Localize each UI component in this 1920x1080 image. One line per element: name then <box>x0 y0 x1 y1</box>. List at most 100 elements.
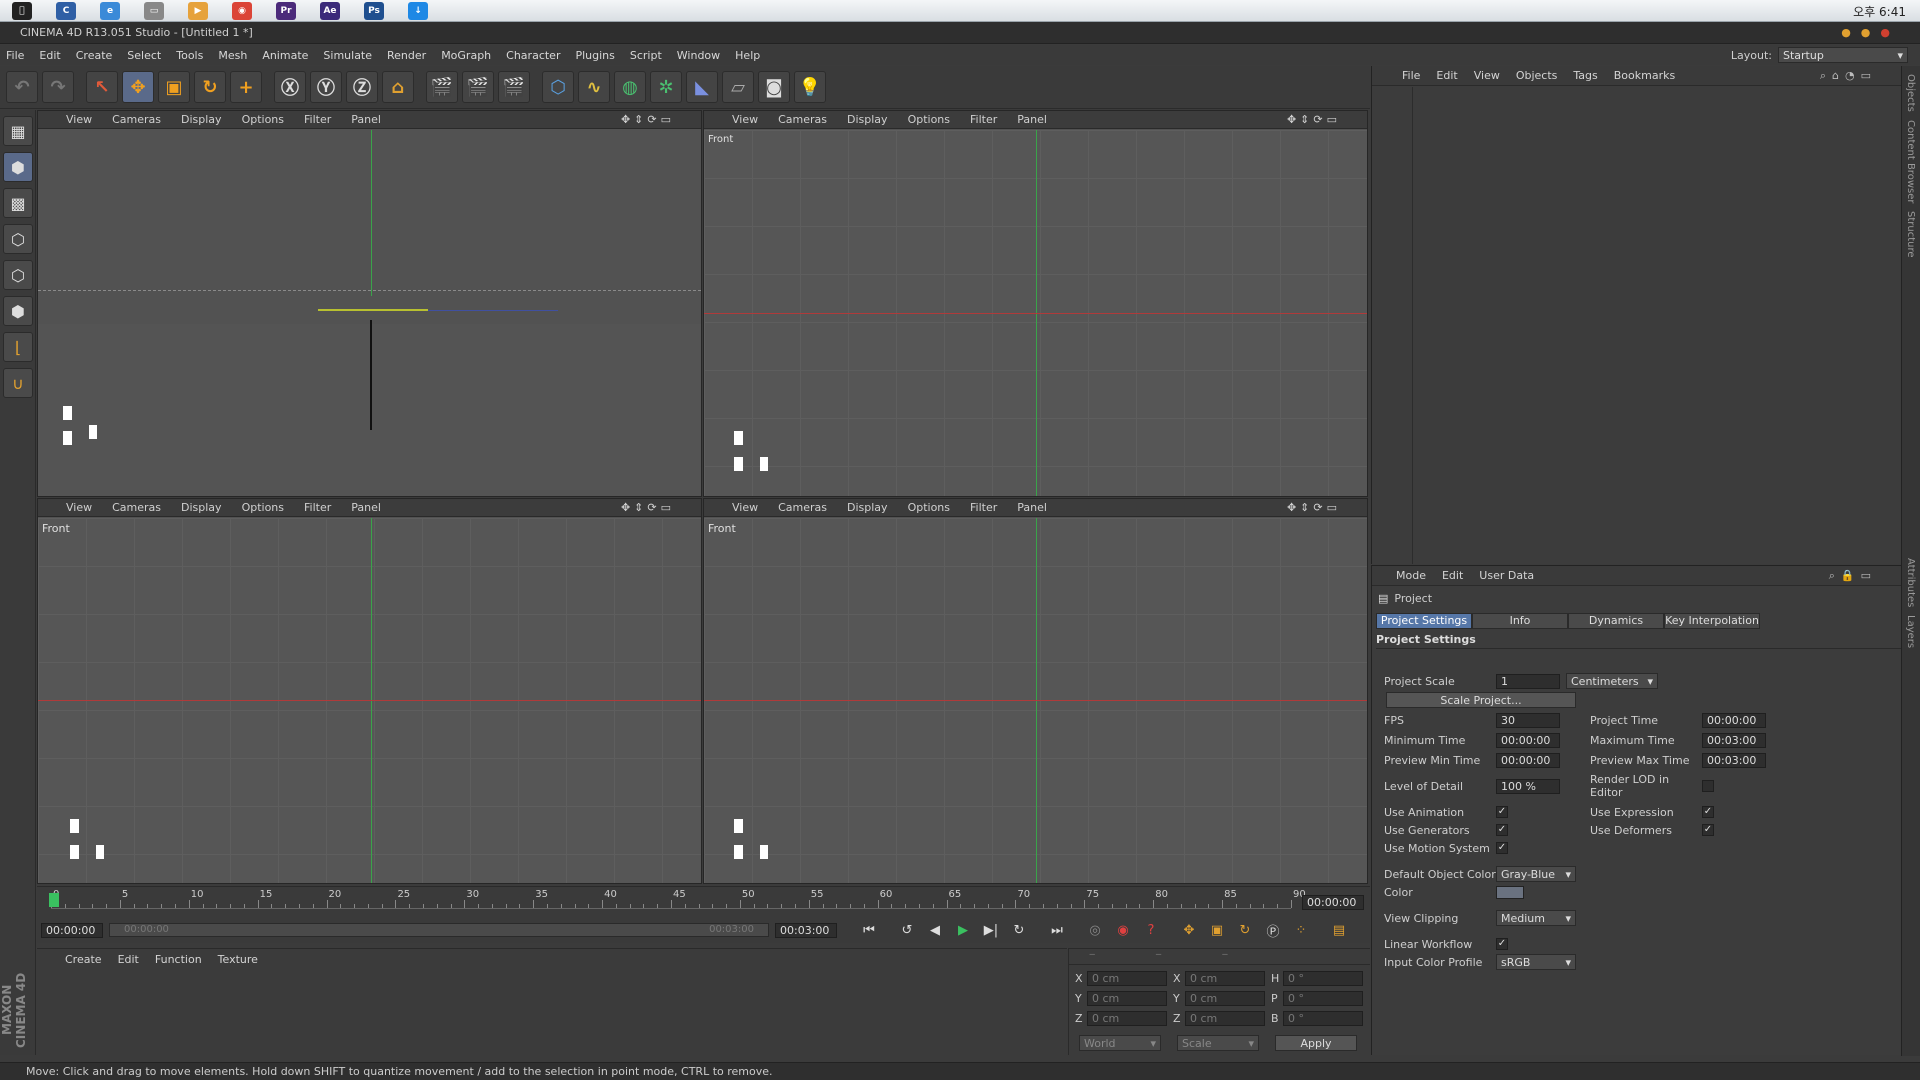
attr-nav-icons[interactable]: ⌕🔒▭ <box>1829 569 1877 583</box>
menu-script[interactable]: Script <box>630 49 662 62</box>
om-menu-edit[interactable]: Edit <box>1436 69 1457 82</box>
menu-help[interactable]: Help <box>735 49 760 62</box>
viewport-bottom-right[interactable]: View Cameras Display Options Filter Pane… <box>703 498 1368 884</box>
viewport-menu-view[interactable]: View <box>66 113 92 126</box>
tab-info[interactable]: Info <box>1472 613 1568 629</box>
render-view-icon[interactable]: 🎬 <box>426 71 458 103</box>
z-axis-icon[interactable]: Ⓩ <box>346 71 378 103</box>
menu-mograph[interactable]: MoGraph <box>441 49 491 62</box>
viewport-menu-options[interactable]: Options <box>242 113 284 126</box>
viewport-menu-filter[interactable]: Filter <box>304 501 331 514</box>
viewport-menu-panel[interactable]: Panel <box>351 501 381 514</box>
use-deformers-checkbox[interactable]: ✓ <box>1702 824 1714 836</box>
viewport-menu-panel[interactable]: Panel <box>351 113 381 126</box>
coord-value-field[interactable]: 0 cm <box>1087 1011 1167 1026</box>
scale-icon[interactable]: ▣ <box>158 71 190 103</box>
download-icon[interactable]: ↓ <box>408 1 428 20</box>
viewport-nav-icons[interactable]: ✥⇕⟳▭ <box>1287 501 1341 514</box>
linear-workflow-checkbox[interactable]: ✓ <box>1496 938 1508 950</box>
cube-icon[interactable]: ⬡ <box>542 71 574 103</box>
model-mode-icon[interactable]: ⬢ <box>3 152 33 182</box>
use-expression-checkbox[interactable]: ✓ <box>1702 806 1714 818</box>
timeline-settings-icon[interactable]: ▤ <box>1327 919 1351 941</box>
viewport-menu-filter[interactable]: Filter <box>970 113 997 126</box>
om-menu-bookmarks[interactable]: Bookmarks <box>1614 69 1675 82</box>
camera-icon[interactable]: ◙ <box>758 71 790 103</box>
start-time-field[interactable]: 00:00:00 <box>41 922 103 938</box>
render-settings-icon[interactable]: 🎬 <box>498 71 530 103</box>
om-menu-tags[interactable]: Tags <box>1573 69 1597 82</box>
go-to-start-icon[interactable]: ⏮ <box>857 919 881 941</box>
viewport-nav-icons[interactable]: ✥⇕⟳▭ <box>621 501 675 514</box>
menu-create[interactable]: Create <box>76 49 113 62</box>
viewport-menu-filter[interactable]: Filter <box>304 113 331 126</box>
viewport-menu-options[interactable]: Options <box>908 113 950 126</box>
spline-icon[interactable]: ∿ <box>578 71 610 103</box>
preview-max-input[interactable]: 00:03:00 <box>1702 752 1766 768</box>
rotate-icon[interactable]: ↻ <box>194 71 226 103</box>
menu-plugins[interactable]: Plugins <box>575 49 614 62</box>
viewport-menu-display[interactable]: Display <box>181 501 222 514</box>
autokey-icon[interactable]: ◉ <box>1111 919 1135 941</box>
viewport-menu-options[interactable]: Options <box>242 501 284 514</box>
viewport-canvas[interactable]: Front <box>704 518 1367 883</box>
viewport-menu-view[interactable]: View <box>66 501 92 514</box>
menu-simulate[interactable]: Simulate <box>323 49 372 62</box>
mat-menu-texture[interactable]: Texture <box>218 953 258 966</box>
coord-value-field[interactable]: 0 cm <box>1185 971 1265 986</box>
viewport-canvas[interactable] <box>38 130 701 496</box>
current-time-field[interactable]: 00:00:00 <box>1302 895 1364 910</box>
search-icon[interactable]: ⌕⌂◔▭ <box>1820 69 1877 83</box>
project-time-input[interactable]: 00:00:00 <box>1702 712 1766 728</box>
view-clipping-dropdown[interactable]: Medium ▾ <box>1496 910 1576 926</box>
undo-icon[interactable]: ↶ <box>6 71 38 103</box>
viewport-menu-panel[interactable]: Panel <box>1017 501 1047 514</box>
viewport-top-right[interactable]: View Cameras Display Options Filter Pane… <box>703 110 1368 497</box>
color-swatch[interactable] <box>1496 885 1524 899</box>
recent-tool-icon[interactable]: + <box>230 71 262 103</box>
tab-layers[interactable]: Layers <box>1905 615 1916 648</box>
play-backward-icon[interactable]: ↺ <box>895 919 919 941</box>
viewport-menu-display[interactable]: Display <box>181 113 222 126</box>
snap-icon[interactable]: ∪ <box>3 368 33 398</box>
coord-value-field[interactable]: 0 cm <box>1185 991 1265 1006</box>
viewport-menu-cameras[interactable]: Cameras <box>112 113 161 126</box>
viewport-menu-options[interactable]: Options <box>908 501 950 514</box>
layout-dropdown[interactable]: Startup ▾ <box>1778 47 1908 63</box>
record-active-icon[interactable]: ◎ <box>1083 919 1107 941</box>
project-scale-unit-dropdown[interactable]: Centimeters ▾ <box>1566 673 1658 689</box>
go-to-end-icon[interactable]: ⏭ <box>1045 919 1069 941</box>
ie-icon[interactable]: e <box>100 1 120 20</box>
attr-menu-edit[interactable]: Edit <box>1442 569 1463 582</box>
light-icon[interactable]: 💡 <box>794 71 826 103</box>
scale-project-button[interactable]: Scale Project... <box>1386 692 1576 708</box>
make-editable-icon[interactable]: ▦ <box>3 116 33 146</box>
om-menu-objects[interactable]: Objects <box>1516 69 1558 82</box>
x-axis-icon[interactable]: Ⓧ <box>274 71 306 103</box>
menu-window[interactable]: Window <box>677 49 720 62</box>
key-pla-icon[interactable]: ⁘ <box>1289 919 1313 941</box>
use-generators-checkbox[interactable]: ✓ <box>1496 824 1508 836</box>
live-selection-icon[interactable]: ↖ <box>86 71 118 103</box>
texture-mode-icon[interactable]: ▩ <box>3 188 33 218</box>
tab-project-settings[interactable]: Project Settings <box>1376 613 1472 629</box>
coord-size-dropdown[interactable]: Scale ▾ <box>1177 1035 1259 1051</box>
render-picture-viewer-icon[interactable]: 🎬 <box>462 71 494 103</box>
viewport-canvas[interactable]: Front <box>704 130 1367 496</box>
media-player-icon[interactable]: ▶ <box>188 1 208 20</box>
coord-value-field[interactable]: 0 ° <box>1283 971 1363 986</box>
om-menu-file[interactable]: File <box>1402 69 1420 82</box>
viewport-canvas[interactable]: Front <box>38 518 701 883</box>
deformer-icon[interactable]: ◣ <box>686 71 718 103</box>
project-scale-input[interactable]: 1 <box>1496 673 1560 689</box>
previous-frame-icon[interactable]: ◀ <box>923 919 947 941</box>
after-effects-icon[interactable]: Ae <box>320 1 340 20</box>
key-rotation-icon[interactable]: ↻ <box>1233 919 1257 941</box>
min-time-input[interactable]: 00:00:00 <box>1496 732 1560 748</box>
play-icon[interactable]: ▶ <box>951 919 975 941</box>
viewport-menu-view[interactable]: View <box>732 113 758 126</box>
menu-character[interactable]: Character <box>506 49 560 62</box>
tab-objects[interactable]: Objects <box>1905 74 1916 112</box>
nurbs-icon[interactable]: ◍ <box>614 71 646 103</box>
fps-input[interactable]: 30 <box>1496 712 1560 728</box>
